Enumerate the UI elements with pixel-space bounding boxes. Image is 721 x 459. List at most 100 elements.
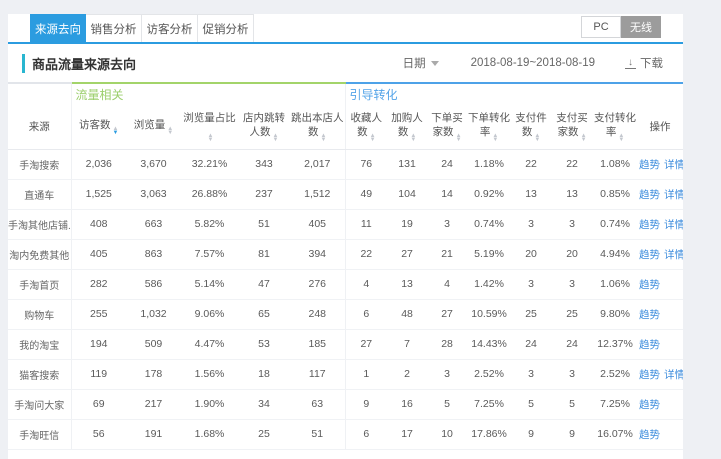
trend-link[interactable]: 趋势 — [639, 399, 660, 411]
detail-link[interactable]: 详情 — [664, 369, 683, 381]
value-cell: 0.74% — [467, 209, 511, 239]
value-cell: 3 — [511, 359, 551, 389]
value-cell: 248 — [290, 299, 345, 329]
value-cell: 13 — [387, 269, 427, 299]
detail-link[interactable]: 详情 — [664, 159, 683, 171]
source-cell: 手淘旺信 — [8, 419, 71, 449]
table-row: 手淘首页2825865.14%4727641341.42%331.06%趋势 — [8, 269, 683, 299]
value-cell: 4.94% — [593, 239, 637, 269]
value-cell: 24 — [427, 149, 467, 179]
wireless-toggle-button[interactable]: 无线 — [621, 16, 661, 38]
actions-cell: 趋势详情 — [637, 359, 683, 389]
date-dropdown[interactable]: 日期 — [403, 55, 439, 71]
sort-icon[interactable]: ▲▼ — [534, 134, 540, 143]
source-cell: 手淘搜索 — [8, 149, 71, 179]
device-toggle: PC 无线 — [581, 16, 661, 38]
value-cell: 1,525 — [71, 179, 126, 209]
detail-link[interactable]: 详情 — [664, 249, 683, 261]
sort-icon[interactable]: ▲▼ — [492, 134, 498, 143]
value-cell: 6 — [345, 299, 387, 329]
sort-icon[interactable]: ▲▼ — [581, 134, 587, 143]
value-cell: 3 — [551, 209, 593, 239]
source-cell: 购物车 — [8, 299, 71, 329]
sort-icon[interactable]: ▲▼ — [208, 134, 214, 143]
value-cell: 343 — [238, 149, 290, 179]
tab-visitor-analysis[interactable]: 访客分析 — [142, 14, 198, 42]
value-cell: 19 — [387, 209, 427, 239]
trend-link[interactable]: 趋势 — [639, 429, 660, 441]
col-pageviews: 浏览量▲▼ — [126, 105, 181, 149]
trend-link[interactable]: 趋势 — [639, 249, 660, 261]
col-visitors: 访客数▲▼ — [71, 105, 126, 149]
value-cell: 237 — [238, 179, 290, 209]
sort-icon[interactable]: ▲▼ — [370, 134, 376, 143]
value-cell: 1,512 — [290, 179, 345, 209]
value-cell: 2 — [387, 359, 427, 389]
value-cell: 3 — [427, 209, 467, 239]
value-cell: 3,063 — [126, 179, 181, 209]
trend-link[interactable]: 趋势 — [639, 339, 660, 351]
sort-icon[interactable]: ▲▼ — [321, 134, 327, 143]
value-cell: 26.88% — [181, 179, 238, 209]
value-cell: 194 — [71, 329, 126, 359]
value-cell: 191 — [126, 419, 181, 449]
title-row: 商品流量来源去向 日期 2018-08-19~2018-08-19 ↓ 下载 — [8, 44, 683, 82]
trend-link[interactable]: 趋势 — [639, 159, 660, 171]
date-range[interactable]: 2018-08-19~2018-08-19 — [471, 57, 595, 69]
download-button[interactable]: ↓ 下载 — [625, 55, 663, 71]
tab-source-destination[interactable]: 来源去向 — [30, 14, 86, 42]
trend-link[interactable]: 趋势 — [639, 189, 660, 201]
value-cell: 863 — [126, 239, 181, 269]
value-cell: 9 — [511, 419, 551, 449]
value-cell: 0.74% — [593, 209, 637, 239]
value-cell: 13 — [551, 179, 593, 209]
col-source: 来源 — [8, 105, 71, 149]
detail-link[interactable]: 详情 — [664, 189, 683, 201]
value-cell: 0.85% — [593, 179, 637, 209]
trend-link[interactable]: 趋势 — [639, 279, 660, 291]
value-cell: 20 — [511, 239, 551, 269]
value-cell: 5 — [511, 389, 551, 419]
actions-cell: 趋势 — [637, 269, 683, 299]
value-cell: 4 — [345, 269, 387, 299]
value-cell: 7.25% — [593, 389, 637, 419]
value-cell: 3 — [427, 359, 467, 389]
value-cell: 276 — [290, 269, 345, 299]
value-cell: 3,670 — [126, 149, 181, 179]
trend-link[interactable]: 趋势 — [639, 219, 660, 231]
sort-icon[interactable]: ▲▼ — [618, 134, 624, 143]
value-cell: 21 — [427, 239, 467, 269]
tab-sales-analysis[interactable]: 销售分析 — [86, 14, 142, 42]
sort-icon[interactable]: ▲▼ — [410, 134, 416, 143]
actions-cell: 趋势详情 — [637, 239, 683, 269]
actions-cell: 趋势 — [637, 389, 683, 419]
pc-toggle-button[interactable]: PC — [581, 16, 621, 38]
value-cell: 10 — [427, 419, 467, 449]
trend-link[interactable]: 趋势 — [639, 369, 660, 381]
value-cell: 10.59% — [467, 299, 511, 329]
table-row: 我的淘宝1945094.47%531852772814.43%242412.37… — [8, 329, 683, 359]
table-row: 淘内免费其他4058637.57%813942227215.19%20204.9… — [8, 239, 683, 269]
sort-icon[interactable]: ▲▼ — [113, 127, 119, 136]
value-cell: 1 — [345, 359, 387, 389]
sort-icon[interactable]: ▲▼ — [167, 127, 173, 136]
value-cell: 255 — [71, 299, 126, 329]
actions-cell: 趋势详情 — [637, 179, 683, 209]
source-cell: 淘内免费其他 — [8, 239, 71, 269]
value-cell: 405 — [290, 209, 345, 239]
value-cell: 69 — [71, 389, 126, 419]
value-cell: 1.08% — [593, 149, 637, 179]
value-cell: 51 — [238, 209, 290, 239]
detail-link[interactable]: 详情 — [664, 219, 683, 231]
value-cell: 4 — [427, 269, 467, 299]
tab-promo-analysis[interactable]: 促销分析 — [198, 14, 254, 42]
sort-icon[interactable]: ▲▼ — [456, 134, 462, 143]
trend-link[interactable]: 趋势 — [639, 309, 660, 321]
value-cell: 1,032 — [126, 299, 181, 329]
table-row: 手淘搜索2,0363,67032.21%3432,01776131241.18%… — [8, 149, 683, 179]
value-cell: 119 — [71, 359, 126, 389]
download-icon: ↓ — [625, 58, 636, 69]
tab-bar: 来源去向 销售分析 访客分析 促销分析 PC 无线 — [8, 14, 683, 44]
sort-icon[interactable]: ▲▼ — [273, 134, 279, 143]
value-cell: 1.90% — [181, 389, 238, 419]
